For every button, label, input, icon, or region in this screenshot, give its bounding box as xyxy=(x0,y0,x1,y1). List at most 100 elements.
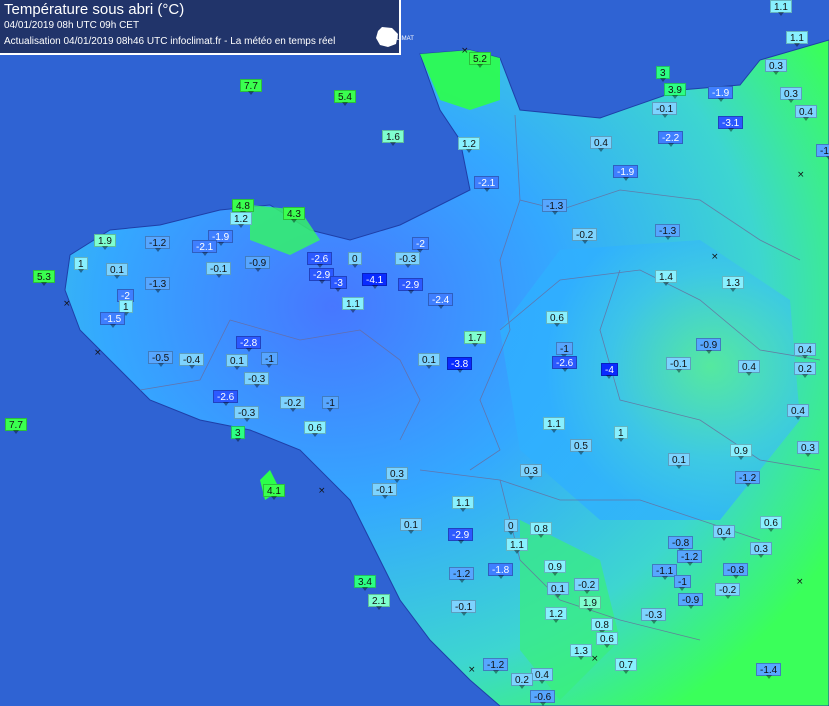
temperature-label[interactable]: 0.8 xyxy=(591,618,613,634)
temperature-label[interactable]: -1.3 xyxy=(655,224,681,240)
temperature-label[interactable]: 0.3 xyxy=(520,464,542,480)
temperature-label[interactable]: 1.9 xyxy=(579,596,601,612)
temperature-label[interactable]: -2.2 xyxy=(658,131,684,147)
temperature-label[interactable]: -0.9 xyxy=(245,256,271,272)
temperature-label[interactable]: -0.8 xyxy=(668,536,694,552)
temperature-label[interactable]: 0.6 xyxy=(304,421,326,437)
temperature-label[interactable]: 1 xyxy=(614,426,628,442)
temperature-label[interactable]: 0.6 xyxy=(546,311,568,327)
temperature-label[interactable]: 4.1 xyxy=(263,484,285,500)
temperature-label[interactable]: 0.4 xyxy=(531,668,553,684)
temperature-label[interactable]: -2.4 xyxy=(428,293,454,309)
temperature-label[interactable]: -1.2 xyxy=(145,236,171,252)
temperature-label[interactable]: -0.3 xyxy=(244,372,270,388)
temperature-label[interactable]: 1.2 xyxy=(230,212,252,228)
temperature-label[interactable]: 0.3 xyxy=(750,542,772,558)
temperature-label[interactable]: 7.7 xyxy=(5,418,27,434)
temperature-label[interactable]: 1.3 xyxy=(722,276,744,292)
temperature-label[interactable]: 1.1 xyxy=(506,538,528,554)
temperature-label[interactable]: 0.3 xyxy=(797,441,819,457)
temperature-label[interactable]: -1.2 xyxy=(449,567,475,583)
temperature-label[interactable]: -4 xyxy=(601,363,618,379)
temperature-label[interactable]: 1.1 xyxy=(452,496,474,512)
temperature-label[interactable]: -1.2 xyxy=(677,550,703,566)
temperature-label[interactable]: 0.9 xyxy=(544,560,566,576)
temperature-label[interactable]: 3 xyxy=(231,426,245,442)
temperature-label[interactable]: -2 xyxy=(412,237,429,253)
temperature-label[interactable]: -0.6 xyxy=(530,690,556,706)
temperature-label[interactable]: 4.8 xyxy=(232,199,254,215)
temperature-label[interactable]: -0.9 xyxy=(696,338,722,354)
temperature-label[interactable]: 0 xyxy=(348,252,362,268)
temperature-label[interactable]: -3.8 xyxy=(447,357,473,373)
temperature-label[interactable]: 1 xyxy=(74,257,88,273)
temperature-label[interactable]: 0.6 xyxy=(760,516,782,532)
temperature-label[interactable]: 0.4 xyxy=(738,360,760,376)
temperature-label[interactable]: -1.2 xyxy=(483,658,509,674)
temperature-label[interactable]: 1.7 xyxy=(464,331,486,347)
temperature-label[interactable]: -1 xyxy=(556,342,573,358)
temperature-label[interactable]: -0.5 xyxy=(148,351,174,367)
temperature-map[interactable]: 1.1 1.1 0.3 5.2 7.7 5.4 3 3.9 -0.1 -1.9 0.3 0.4 1.6 1… xyxy=(0,0,829,706)
temperature-label[interactable]: 0.2 xyxy=(511,673,533,689)
temperature-label[interactable]: 0.8 xyxy=(530,522,552,538)
temperature-label[interactable]: -1.3 xyxy=(145,277,171,293)
temperature-label[interactable]: 1.1 xyxy=(342,297,364,313)
temperature-label[interactable]: 3.4 xyxy=(354,575,376,591)
temperature-label[interactable]: 0.4 xyxy=(713,525,735,541)
temperature-label[interactable]: -3.1 xyxy=(718,116,744,132)
temperature-label[interactable]: -0.2 xyxy=(574,578,600,594)
temperature-label[interactable]: 0.3 xyxy=(780,87,802,103)
temperature-label[interactable]: 0.1 xyxy=(400,518,422,534)
temperature-label[interactable]: 0.4 xyxy=(787,404,809,420)
temperature-label[interactable]: -0.2 xyxy=(280,396,306,412)
temperature-label[interactable]: -1.4 xyxy=(756,663,782,679)
temperature-label[interactable]: -2.1 xyxy=(474,176,500,192)
temperature-label[interactable]: -0.3 xyxy=(641,608,667,624)
temperature-label[interactable]: 1.9 xyxy=(94,234,116,250)
temperature-label[interactable]: -2.9 xyxy=(398,278,424,294)
temperature-label[interactable]: 5.4 xyxy=(334,90,356,106)
temperature-label[interactable]: -1.5 xyxy=(100,312,126,328)
temperature-label[interactable]: -2.6 xyxy=(552,356,578,372)
temperature-label[interactable]: 0.9 xyxy=(730,444,752,460)
temperature-label[interactable]: 0.3 xyxy=(765,59,787,75)
temperature-label[interactable]: 3.9 xyxy=(664,83,686,99)
temperature-label[interactable]: 1.1 xyxy=(543,417,565,433)
temperature-label[interactable]: 0.1 xyxy=(106,263,128,279)
temperature-label[interactable]: 2.1 xyxy=(368,594,390,610)
temperature-label[interactable]: 1.1 xyxy=(786,31,808,47)
temperature-label[interactable]: -0.2 xyxy=(572,228,598,244)
temperature-label[interactable]: -3 xyxy=(330,276,347,292)
temperature-label[interactable]: -0.1 xyxy=(206,262,232,278)
temperature-label[interactable]: -2.1 xyxy=(192,240,218,256)
temperature-label[interactable]: 0.4 xyxy=(795,105,817,121)
temperature-label[interactable]: -0.3 xyxy=(234,406,260,422)
temperature-label[interactable]: 5.3 xyxy=(33,270,55,286)
temperature-label[interactable]: 0.2 xyxy=(794,362,816,378)
temperature-label[interactable]: 0.6 xyxy=(596,632,618,648)
temperature-label[interactable]: -0.1 xyxy=(666,357,692,373)
temperature-label[interactable]: 0.1 xyxy=(668,453,690,469)
temperature-label[interactable]: -1 xyxy=(674,575,691,591)
temperature-label[interactable]: -2.6 xyxy=(307,252,333,268)
temperature-label[interactable]: 1.1 xyxy=(770,0,792,16)
temperature-label[interactable]: -1.3 xyxy=(816,144,829,160)
temperature-label[interactable]: 7.7 xyxy=(240,79,262,95)
temperature-label[interactable]: 0.4 xyxy=(590,136,612,152)
temperature-label[interactable]: -1.8 xyxy=(488,563,514,579)
temperature-label[interactable]: -1.3 xyxy=(542,199,568,215)
temperature-label[interactable]: 1.2 xyxy=(458,137,480,153)
temperature-label[interactable]: 3 xyxy=(656,66,670,82)
temperature-label[interactable]: -1 xyxy=(261,352,278,368)
temperature-label[interactable]: -1.9 xyxy=(708,86,734,102)
temperature-label[interactable]: -0.4 xyxy=(179,353,205,369)
temperature-label[interactable]: -0.1 xyxy=(372,483,398,499)
temperature-label[interactable]: 4.3 xyxy=(283,207,305,223)
temperature-label[interactable]: -1 xyxy=(322,396,339,412)
temperature-label[interactable]: 1.6 xyxy=(382,130,404,146)
temperature-label[interactable]: 5.2 xyxy=(469,52,491,68)
temperature-label[interactable]: -2.9 xyxy=(448,528,474,544)
temperature-label[interactable]: -0.8 xyxy=(723,563,749,579)
temperature-label[interactable]: -0.9 xyxy=(678,593,704,609)
